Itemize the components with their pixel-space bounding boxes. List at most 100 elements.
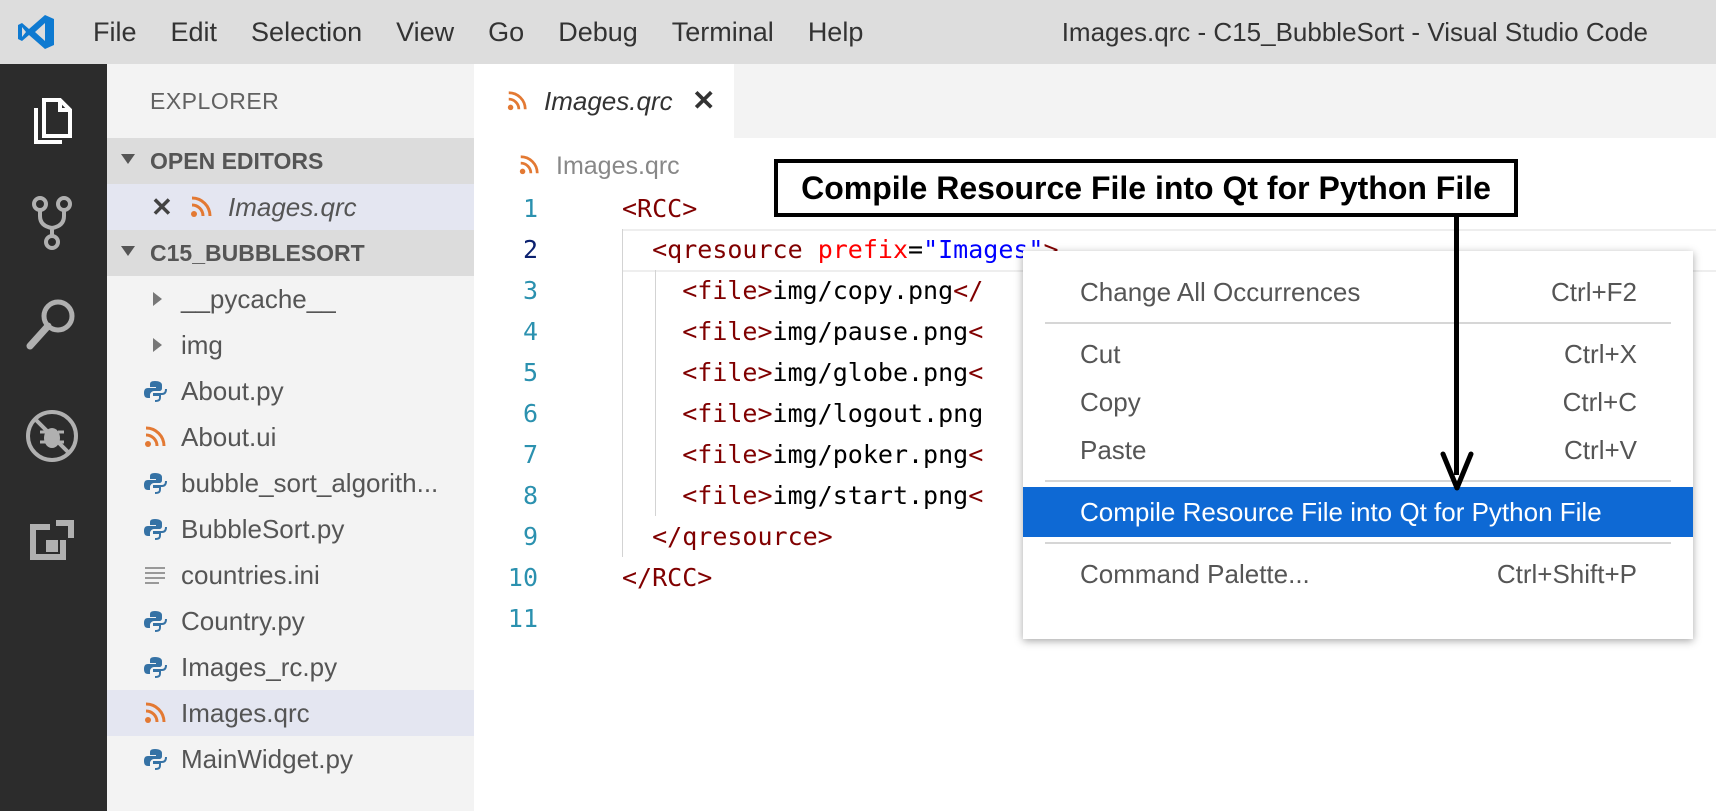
tree-item-countries-ini[interactable]: countries.ini [107,552,474,598]
tree-item-images-rc-py[interactable]: Images_rc.py [107,644,474,690]
tab-images-qrc[interactable]: Images.qrc ✕ [474,64,734,138]
line-number: 11 [507,604,538,633]
open-editors-label: OPEN EDITORS [150,148,324,174]
explorer-sidebar: EXPLORER OPEN EDITORS ✕ Images.qrc C15_B… [107,64,474,811]
tree-item-label: Country.py [181,606,305,636]
extensions-icon[interactable] [20,510,84,574]
open-editor-item[interactable]: ✕ Images.qrc [107,184,474,230]
code-token: <qresource [652,235,818,264]
menu-item-shortcut: Ctrl+C [1562,387,1637,417]
line-number: 8 [522,481,538,510]
menu-item-shortcut: Ctrl+F2 [1551,277,1637,307]
python-icon [144,519,167,540]
explorer-title: EXPLORER [150,88,280,114]
menu-item-paste[interactable]: Paste Ctrl+V [1023,425,1693,475]
close-icon[interactable]: ✕ [151,184,173,230]
tree-item-label: Images_rc.py [181,652,338,682]
code-text: </RCC> [622,557,712,598]
tree-item-label: About.py [181,376,284,406]
menu-edit[interactable]: Edit [154,0,235,64]
code-token: <file> [682,358,773,387]
code-text: <file>img/globe.png< [622,352,983,393]
tree-item-img[interactable]: img [107,322,474,368]
rss-icon [507,91,527,111]
menu-debug[interactable]: Debug [541,0,655,64]
code-token: </ [953,276,984,305]
line-number: 10 [507,563,538,592]
tree-item-label: bubble_sort_algorith... [181,468,439,498]
code-token: img/globe.png [772,358,969,387]
debug-icon[interactable] [20,404,84,468]
menu-item-label: Command Palette... [1080,559,1310,589]
annotation-label: Compile Resource File into Qt for Python… [801,170,1491,206]
tab-close-icon[interactable]: ✕ [692,64,715,138]
menu-item-label: Cut [1080,339,1121,369]
activity-bar [0,64,107,811]
search-icon[interactable] [20,292,84,356]
breadcrumb[interactable]: Images.qrc [556,144,680,188]
project-header[interactable]: C15_BUBBLESORT [107,230,474,276]
menu-selection[interactable]: Selection [234,0,379,64]
menu-go[interactable]: Go [471,0,541,64]
code-token: < [968,317,984,346]
code-text: <file>img/logout.png [622,393,983,434]
chevron-right-icon [153,292,162,306]
code-token: img/pause.png [772,317,969,346]
menu-file[interactable]: File [76,0,154,64]
code-token: img/poker.png [772,440,969,469]
menu-separator [1045,480,1671,482]
tree-item-mainwidget-py[interactable]: MainWidget.py [107,736,474,782]
chevron-right-icon [153,338,162,352]
menu-item-shortcut: Ctrl+Shift+P [1496,559,1637,589]
vscode-logo-icon [18,15,54,49]
tree-item-images-qrc[interactable]: Images.qrc [107,690,474,736]
annotation-callout: Compile Resource File into Qt for Python… [774,159,1518,217]
menu-item-cut[interactable]: Cut Ctrl+X [1023,329,1693,379]
line-number: 1 [522,194,538,223]
code-text: </qresource> [622,516,833,557]
source-control-icon[interactable] [20,190,84,254]
menu-item-compile-resource[interactable]: Compile Resource File into Qt for Python… [1023,487,1693,537]
tree-item-bubblesort-py[interactable]: BubbleSort.py [107,506,474,552]
code-token: < [968,440,984,469]
menu-help[interactable]: Help [791,0,881,64]
menu-item-change-all-occurrences[interactable]: Change All Occurrences Ctrl+F2 [1023,267,1693,317]
open-editors-header[interactable]: OPEN EDITORS [107,138,474,184]
tree-item-about-py[interactable]: About.py [107,368,474,414]
code-text: <file>img/start.png< [622,475,983,516]
menu-terminal[interactable]: Terminal [655,0,791,64]
tree-item-about-ui[interactable]: About.ui [107,414,474,460]
chevron-down-icon [121,246,135,256]
line-number: 9 [522,522,538,551]
arrow-down-icon [1440,451,1474,491]
tree-item-pycache[interactable]: __pycache__ [107,276,474,322]
menu-item-label: Change All Occurrences [1080,277,1361,307]
python-icon [144,749,167,770]
files-icon[interactable] [20,86,84,150]
code-text: <file>img/copy.png</ [622,270,983,311]
code-text: <file>img/poker.png< [622,434,983,475]
menu-item-shortcut: Ctrl+V [1564,435,1637,465]
menu-item-copy[interactable]: Copy Ctrl+C [1023,377,1693,427]
menu-item-shortcut: Ctrl+X [1564,339,1637,369]
tree-item-country-py[interactable]: Country.py [107,598,474,644]
code-token: < [968,481,984,510]
tree-item-label: BubbleSort.py [181,514,345,544]
menu-item-command-palette[interactable]: Command Palette... Ctrl+Shift+P [1023,549,1693,599]
python-icon [144,657,167,678]
tree-item-label: __pycache__ [181,284,336,314]
code-token: </qresource> [652,522,833,551]
menu-view[interactable]: View [379,0,471,64]
tree-item-bubble-sort-algorithm[interactable]: bubble_sort_algorith... [107,460,474,506]
line-number: 3 [522,276,538,305]
code-token: <file> [682,399,773,428]
lines-icon [145,567,165,584]
rss-icon [145,426,166,447]
code-token: <file> [682,317,773,346]
